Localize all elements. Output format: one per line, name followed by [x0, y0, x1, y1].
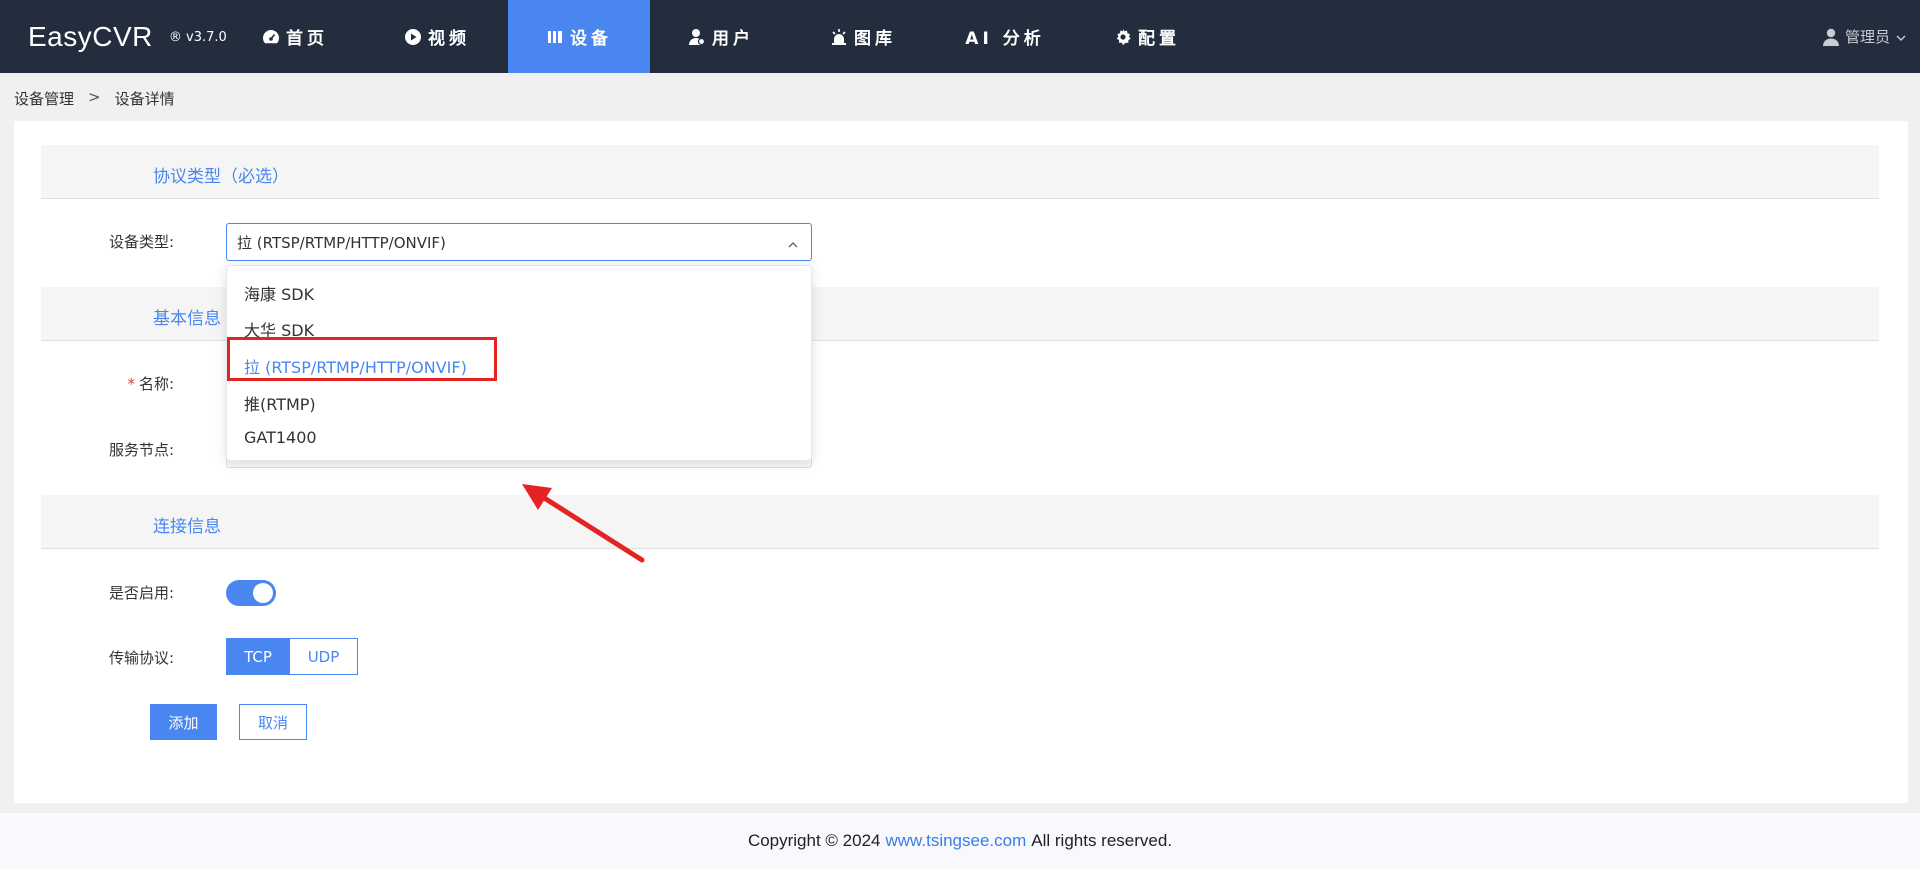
required-mark: * — [127, 375, 135, 393]
footer-link[interactable]: www.tsingsee.com — [885, 831, 1026, 851]
dropdown-option-hikvision[interactable]: 海康 SDK — [244, 281, 314, 305]
user-icon — [688, 28, 706, 46]
chevron-down-icon — [1896, 28, 1906, 46]
enable-switch[interactable] — [226, 580, 276, 606]
device-type-select[interactable]: 拉 (RTSP/RTMP/HTTP/ONVIF) — [226, 223, 812, 261]
nav-item-config[interactable]: 配置 — [1076, 0, 1218, 73]
annotation-arrow-icon — [522, 484, 645, 563]
nav-label: 设备 — [570, 29, 612, 49]
dropdown-option-gat1400[interactable]: GAT1400 — [244, 428, 317, 447]
breadcrumb-parent[interactable]: 设备管理 — [14, 88, 74, 109]
section-title: 基本信息 — [153, 309, 221, 329]
nav-label: 图库 — [854, 29, 896, 49]
nav-item-video[interactable]: 视频 — [366, 0, 508, 73]
dropdown-option-push[interactable]: 推(RTMP) — [244, 391, 316, 415]
main-nav: 首页 视频 设备 用户 图库 AI 分析 配置 — [224, 0, 1218, 73]
nav-label: 用户 — [712, 29, 754, 49]
name-label: * 名称: — [14, 373, 174, 394]
add-button[interactable]: 添加 — [150, 704, 217, 740]
app-name: EasyCVR — [28, 20, 153, 52]
avatar-icon — [1822, 28, 1839, 46]
top-navbar: EasyCVR ® v3.7.0 首页 视频 设备 用户 图库 AI 分析 配置… — [0, 0, 1920, 73]
name-label-text: 名称: — [138, 375, 174, 393]
device-type-label: 设备类型: — [108, 233, 174, 251]
nav-label: 首页 — [286, 29, 328, 49]
nav-item-gallery[interactable]: 图库 — [792, 0, 934, 73]
transport-udp-button[interactable]: UDP — [290, 638, 358, 675]
breadcrumb: 设备管理 > 设备详情 — [14, 88, 175, 109]
user-name: 管理员 — [1844, 28, 1890, 46]
breadcrumb-current: 设备详情 — [114, 90, 175, 108]
gallery-icon — [830, 28, 848, 46]
cancel-button[interactable]: 取消 — [239, 704, 307, 740]
device-form-card: 协议类型（必选） 设备类型: 拉 (RTSP/RTMP/HTTP/ONVIF) … — [14, 121, 1908, 803]
device-icon — [546, 28, 564, 46]
nav-item-device[interactable]: 设备 — [508, 0, 650, 73]
nav-label: AI 分析 — [965, 29, 1045, 49]
transport-label: 传输协议: — [108, 649, 174, 667]
user-menu[interactable]: 管理员 — [1822, 0, 1906, 73]
app-version: ® v3.7.0 — [168, 30, 227, 45]
footer-rights: All rights reserved. — [1031, 831, 1173, 850]
play-icon — [404, 28, 422, 46]
service-node-label: 服务节点: — [108, 441, 174, 459]
nav-item-users[interactable]: 用户 — [650, 0, 792, 73]
nav-item-ai-analysis[interactable]: AI 分析 — [934, 0, 1076, 73]
footer: Copyright © 2024 www.tsingsee.com All ri… — [0, 813, 1920, 869]
brand[interactable]: EasyCVR ® v3.7.0 — [28, 0, 227, 73]
chevron-up-icon — [787, 237, 799, 249]
section-title: 连接信息 — [153, 517, 221, 537]
footer-copyright: Copyright © 2024 — [747, 831, 881, 850]
nav-label: 视频 — [428, 29, 470, 49]
gear-icon — [1114, 28, 1132, 46]
transport-radio-group: TCP UDP — [226, 638, 358, 675]
nav-item-home[interactable]: 首页 — [224, 0, 366, 73]
enable-label: 是否启用: — [108, 584, 174, 602]
section-connection: 连接信息 — [41, 495, 1879, 549]
switch-knob — [253, 583, 273, 603]
section-title: 协议类型（必选） — [153, 167, 289, 187]
section-protocol: 协议类型（必选） — [41, 145, 1879, 199]
dashboard-icon — [262, 28, 280, 46]
device-type-value: 拉 (RTSP/RTMP/HTTP/ONVIF) — [237, 233, 446, 252]
annotation-highlight-box — [227, 337, 497, 381]
transport-tcp-button[interactable]: TCP — [226, 638, 290, 675]
nav-label: 配置 — [1138, 29, 1180, 49]
breadcrumb-separator: > — [88, 88, 101, 106]
